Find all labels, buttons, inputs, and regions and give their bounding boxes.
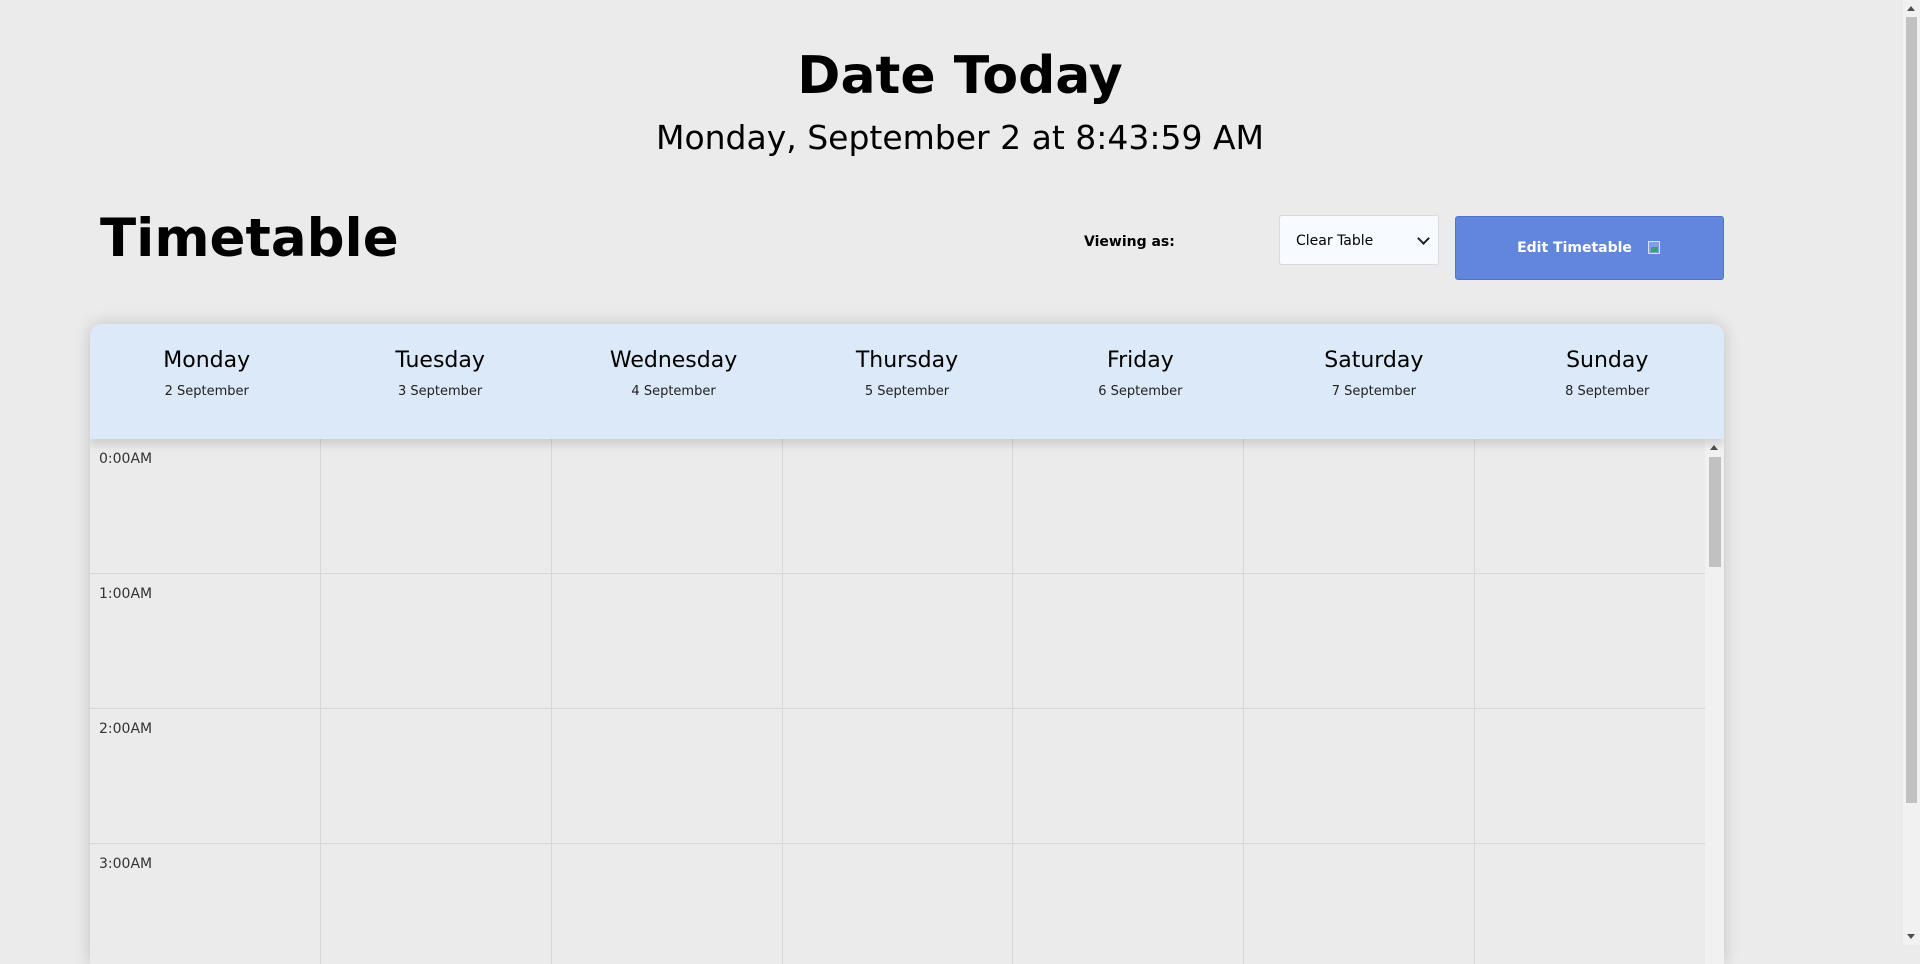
time-slot-cell[interactable] (1475, 574, 1705, 708)
day-header-row: Monday 2 September Tuesday 3 September Wedne… (90, 324, 1724, 439)
day-date: 8 September (1565, 384, 1650, 399)
scrollbar-thumb[interactable] (1709, 457, 1721, 567)
time-row: 2:00AM (90, 709, 1705, 844)
time-slot-cell[interactable] (552, 439, 783, 573)
time-slot-cell[interactable] (783, 844, 1014, 964)
time-slot-cell[interactable] (1244, 574, 1476, 708)
day-name: Tuesday (395, 348, 485, 373)
time-slot-cell[interactable] (1013, 709, 1245, 843)
time-slot-cell[interactable] (783, 574, 1014, 708)
time-row: 1:00AM (90, 574, 1705, 709)
time-label: 0:00AM (99, 451, 153, 467)
time-slot-cell[interactable] (1244, 844, 1476, 964)
scrollbar-thumb[interactable] (1906, 17, 1917, 803)
chevron-down-icon (1417, 232, 1430, 245)
day-date: 4 September (631, 384, 716, 399)
time-label: 2:00AM (99, 721, 153, 737)
day-header-friday: Friday 6 September (1024, 324, 1257, 439)
page-scrollbar[interactable] (1903, 0, 1920, 945)
time-slot-cell[interactable] (1475, 709, 1705, 843)
time-slot-cell[interactable] (1244, 709, 1476, 843)
broken-image-icon (1647, 241, 1662, 255)
day-header-tuesday: Tuesday 3 September (323, 324, 556, 439)
day-date: 6 September (1098, 384, 1183, 399)
day-date: 2 September (164, 384, 249, 399)
scroll-up-icon[interactable] (1710, 445, 1718, 450)
time-slot-cell[interactable] (1013, 844, 1245, 964)
day-name: Sunday (1566, 348, 1649, 373)
time-slot-cell[interactable] (1013, 574, 1245, 708)
day-name: Saturday (1324, 348, 1424, 373)
time-slot-cell[interactable]: 2:00AM (90, 709, 321, 843)
day-name: Friday (1107, 348, 1174, 373)
timetable-grid: 0:00AM 1:00AM 2:00AM 3:00AM (90, 439, 1705, 964)
time-row: 0:00AM (90, 439, 1705, 574)
time-slot-cell[interactable] (321, 439, 552, 573)
day-date: 5 September (864, 384, 950, 399)
timetable-card: Monday 2 September Tuesday 3 September Wedne… (90, 324, 1724, 964)
date-title: Date Today (797, 46, 1123, 106)
time-slot-cell[interactable] (1013, 439, 1245, 573)
time-slot-cell[interactable] (1475, 439, 1705, 573)
time-label: 1:00AM (99, 586, 153, 602)
day-header-thursday: Thursday 5 September (790, 324, 1023, 439)
time-slot-cell[interactable]: 1:00AM (90, 574, 321, 708)
time-slot-cell[interactable] (321, 574, 552, 708)
time-slot-cell[interactable] (783, 439, 1014, 573)
current-datetime: Monday, September 2 at 8:43:59 AM (655, 118, 1265, 157)
timetable-scrollbar[interactable] (1705, 439, 1724, 964)
time-slot-cell[interactable] (1475, 844, 1705, 964)
scroll-up-icon[interactable] (1907, 6, 1915, 11)
day-date: 3 September (398, 384, 483, 399)
day-header-monday: Monday 2 September (90, 324, 323, 439)
time-slot-cell[interactable] (552, 709, 783, 843)
day-header-sunday: Sunday 8 September (1491, 324, 1724, 439)
time-slot-cell[interactable]: 0:00AM (90, 439, 321, 573)
time-label: 3:00AM (99, 856, 153, 872)
edit-timetable-button[interactable]: Edit Timetable (1455, 216, 1724, 280)
day-header-wednesday: Wednesday 4 September (557, 324, 790, 439)
time-row: 3:00AM (90, 844, 1705, 964)
day-name: Thursday (855, 348, 959, 373)
viewing-as-label: Viewing as: (1084, 234, 1175, 250)
day-header-saturday: Saturday 7 September (1257, 324, 1490, 439)
time-slot-cell[interactable] (552, 574, 783, 708)
time-slot-cell[interactable] (1244, 439, 1476, 573)
time-slot-cell[interactable]: 3:00AM (90, 844, 321, 964)
date-header: Date Today Monday, September 2 at 8:43:5… (0, 46, 1920, 158)
timetable-select[interactable]: Clear Table (1279, 215, 1439, 265)
day-name: Wednesday (609, 348, 738, 373)
time-slot-cell[interactable] (321, 844, 552, 964)
scroll-down-icon[interactable] (1907, 934, 1915, 939)
day-name: Monday (163, 348, 251, 373)
timetable-select-value: Clear Table (1296, 233, 1374, 249)
edit-timetable-label: Edit Timetable (1517, 240, 1632, 256)
day-date: 7 September (1331, 384, 1416, 399)
time-slot-cell[interactable] (783, 709, 1014, 843)
timetable-title: Timetable (100, 208, 399, 269)
time-slot-cell[interactable] (552, 844, 783, 964)
time-slot-cell[interactable] (321, 709, 552, 843)
